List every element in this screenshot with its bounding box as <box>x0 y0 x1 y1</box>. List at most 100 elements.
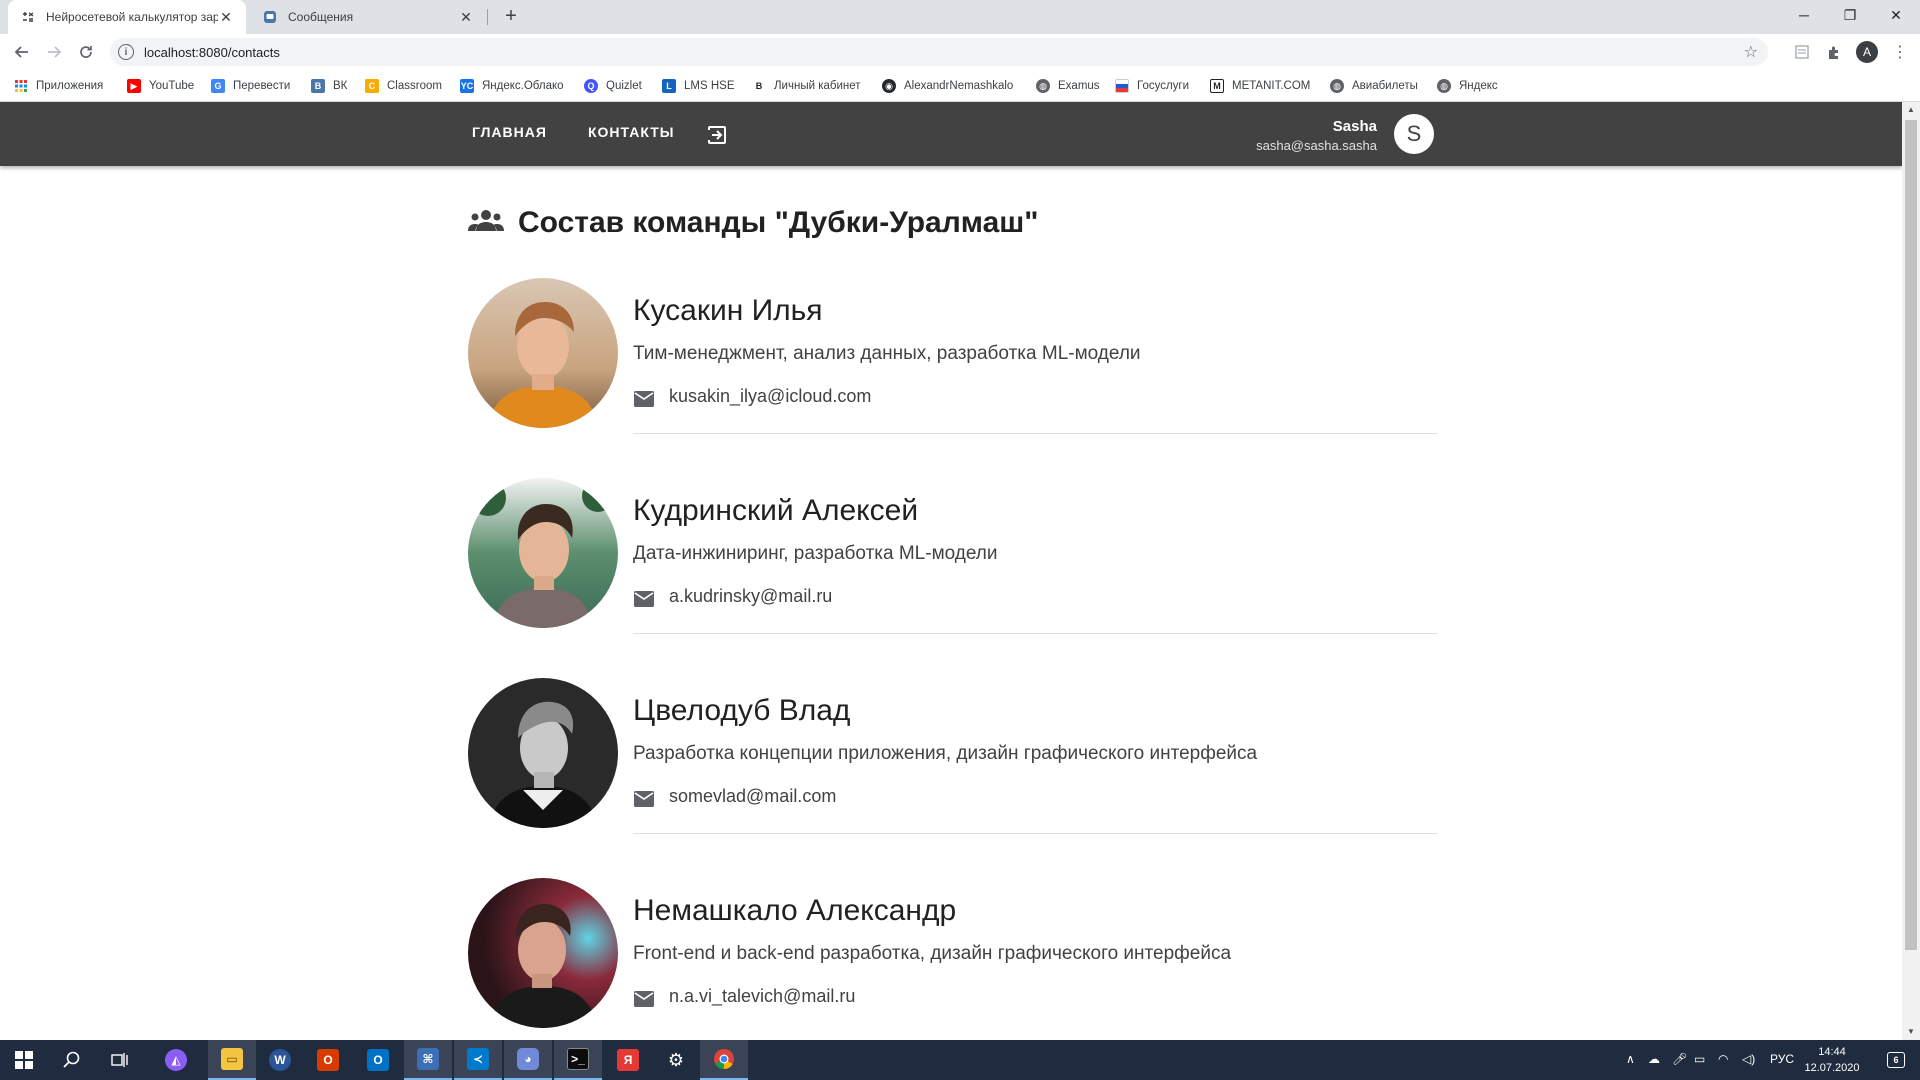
bookmark-gosuslugi[interactable]: Госуслуги <box>1115 78 1189 94</box>
yandex-browser-icon[interactable]: Я <box>604 1040 652 1080</box>
volume-icon[interactable]: ◁) <box>1742 1052 1755 1066</box>
quizlet-icon: Q <box>584 79 598 93</box>
alice-assistant-icon[interactable]: ◭ <box>152 1040 200 1080</box>
bookmark-label: METANIT.COM <box>1232 80 1311 92</box>
close-window-button[interactable]: ✕ <box>1873 0 1919 30</box>
team-group-icon <box>468 209 504 238</box>
onedrive-cloud-icon[interactable]: ☁ <box>1648 1052 1660 1066</box>
bookmark-examus[interactable]: ◍ Examus <box>1036 78 1100 94</box>
bookmark-yandex-cloud[interactable]: YC Яндекс.Облако <box>460 78 564 94</box>
bookmark-github[interactable]: ◉ AlexandrNemashkalo <box>882 78 1013 94</box>
address-bar[interactable]: i localhost:8080/contacts ☆ <box>110 38 1768 66</box>
member-photo <box>468 678 618 828</box>
member-email[interactable]: a.kudrinsky@mail.ru <box>669 586 832 607</box>
team-member-card: Кусакин Илья Тим-менеджмент, анализ данн… <box>468 278 1438 478</box>
bookmark-metanit[interactable]: M METANIT.COM <box>1210 78 1310 94</box>
extensions-puzzle-icon[interactable] <box>1822 40 1846 64</box>
settings-gear-icon[interactable]: ⚙ <box>652 1040 700 1080</box>
user-avatar[interactable]: S <box>1394 114 1434 154</box>
user-email: sasha@sasha.sasha <box>1256 138 1377 153</box>
reload-button[interactable] <box>74 40 98 64</box>
tab-close-icon[interactable]: ✕ <box>218 9 234 25</box>
scrollbar-thumb[interactable] <box>1905 120 1917 950</box>
nav-contacts-button[interactable]: КОНТАКТЫ <box>588 124 674 140</box>
bookmark-lms-hse[interactable]: L LMS HSE <box>662 78 735 94</box>
site-info-icon[interactable]: i <box>118 44 134 60</box>
member-email[interactable]: kusakin_ilya@icloud.com <box>669 386 871 407</box>
bookmark-cabinet[interactable]: B Личный кабинет <box>752 78 861 94</box>
microphone-icon[interactable]: 🎤︎ <box>1672 1052 1687 1066</box>
member-email[interactable]: somevlad@mail.com <box>669 786 836 807</box>
bookmark-aviabilety[interactable]: ◍ Авиабилеты <box>1330 78 1418 94</box>
vscode-icon[interactable]: ≺ <box>454 1040 502 1080</box>
member-name: Цвелодуб Влад <box>633 694 851 727</box>
github-icon: ◉ <box>882 79 896 93</box>
bookmark-yandex[interactable]: ◍ Яндекс <box>1437 78 1498 94</box>
logout-icon[interactable] <box>706 124 728 146</box>
messages-favicon-icon <box>262 9 278 25</box>
tab-close-icon[interactable]: ✕ <box>458 9 474 25</box>
file-explorer-icon[interactable]: ▭ <box>208 1040 256 1080</box>
yandex-cloud-icon: YC <box>460 79 474 93</box>
new-tab-button[interactable]: + <box>499 5 523 29</box>
classroom-icon: C <box>365 79 379 93</box>
tab-messages[interactable]: Сообщения ✕ <box>250 0 486 34</box>
tab-calculator[interactable]: Нейросетевой калькулятор зар ✕ <box>8 0 246 34</box>
notification-count: 6 <box>1887 1052 1905 1068</box>
wifi-icon[interactable]: ◠ <box>1718 1052 1728 1066</box>
browser-menu-icon[interactable]: ⋮ <box>1888 40 1912 64</box>
bookmark-apps[interactable]: Приложения <box>14 78 103 94</box>
member-photo <box>468 478 618 628</box>
bookmark-label: Classroom <box>387 80 442 92</box>
reload-icon <box>80 46 92 58</box>
bookmark-label: Quizlet <box>606 80 642 92</box>
battery-icon[interactable]: ▭ <box>1694 1052 1705 1066</box>
search-icon[interactable] <box>48 1040 96 1080</box>
notifications-icon[interactable]: 6 <box>1872 1040 1920 1080</box>
bookmark-quizlet[interactable]: Q Quizlet <box>584 78 642 94</box>
restore-button[interactable]: ❐ <box>1827 0 1873 30</box>
bookmark-label: Приложения <box>36 80 104 92</box>
bookmark-star-icon[interactable]: ☆ <box>1744 42 1758 62</box>
bookmark-label: Яндекс.Облако <box>482 80 564 92</box>
back-button[interactable] <box>10 40 34 64</box>
mail-icon <box>633 790 655 808</box>
mail-icon <box>633 990 655 1008</box>
reading-mode-icon[interactable] <box>1790 40 1814 64</box>
tab-title: Нейросетевой калькулятор зар <box>46 10 218 24</box>
address-url[interactable]: localhost:8080/contacts <box>144 45 280 60</box>
divider <box>633 433 1438 434</box>
bookmark-label: YouTube <box>149 80 195 92</box>
forward-button[interactable] <box>42 40 66 64</box>
bookmark-label: Яндекс <box>1459 80 1498 92</box>
tray-chevron-icon[interactable]: ∧ <box>1626 1052 1635 1066</box>
word-icon[interactable]: W <box>256 1040 304 1080</box>
metanit-icon: M <box>1210 79 1224 93</box>
terminal-icon[interactable]: >_ <box>554 1040 602 1080</box>
bookmark-youtube[interactable]: ▶ YouTube <box>127 78 194 94</box>
profile-avatar[interactable]: A <box>1856 41 1878 63</box>
member-role: Дата-инжиниринг, разработка ML-модели <box>633 543 998 564</box>
scroll-down-arrow-icon[interactable]: ▼ <box>1902 1024 1920 1040</box>
start-button[interactable] <box>0 1040 48 1080</box>
bookmark-vk[interactable]: B ВК <box>311 78 347 94</box>
input-language[interactable]: РУС <box>1770 1052 1794 1066</box>
bookmark-label: ВК <box>333 80 348 92</box>
bookmark-classroom[interactable]: C Classroom <box>365 78 442 94</box>
office-icon[interactable]: O <box>304 1040 352 1080</box>
bookmark-translate[interactable]: G Перевести <box>211 78 290 94</box>
nav-home-button[interactable]: ГЛАВНАЯ <box>472 124 547 140</box>
browser-toolbar: i localhost:8080/contacts ☆ A ⋮ <box>0 34 1920 70</box>
chrome-icon[interactable] <box>700 1040 748 1080</box>
system-clock[interactable]: 14:44 12.07.2020 <box>1802 1044 1862 1076</box>
member-email[interactable]: n.a.vi_talevich@mail.ru <box>669 986 855 1007</box>
outlook-icon[interactable]: O <box>354 1040 402 1080</box>
scroll-up-arrow-icon[interactable]: ▲ <box>1902 102 1920 118</box>
page-scrollbar[interactable]: ▲ ▼ <box>1902 102 1920 1040</box>
task-view-icon[interactable] <box>96 1040 144 1080</box>
discord-icon[interactable]: ◕ <box>504 1040 552 1080</box>
network-app-icon[interactable]: ⌘ <box>404 1040 452 1080</box>
minimize-button[interactable]: ─ <box>1781 0 1827 30</box>
globe-icon: ◍ <box>1036 79 1050 93</box>
globe-icon: ◍ <box>1330 79 1344 93</box>
